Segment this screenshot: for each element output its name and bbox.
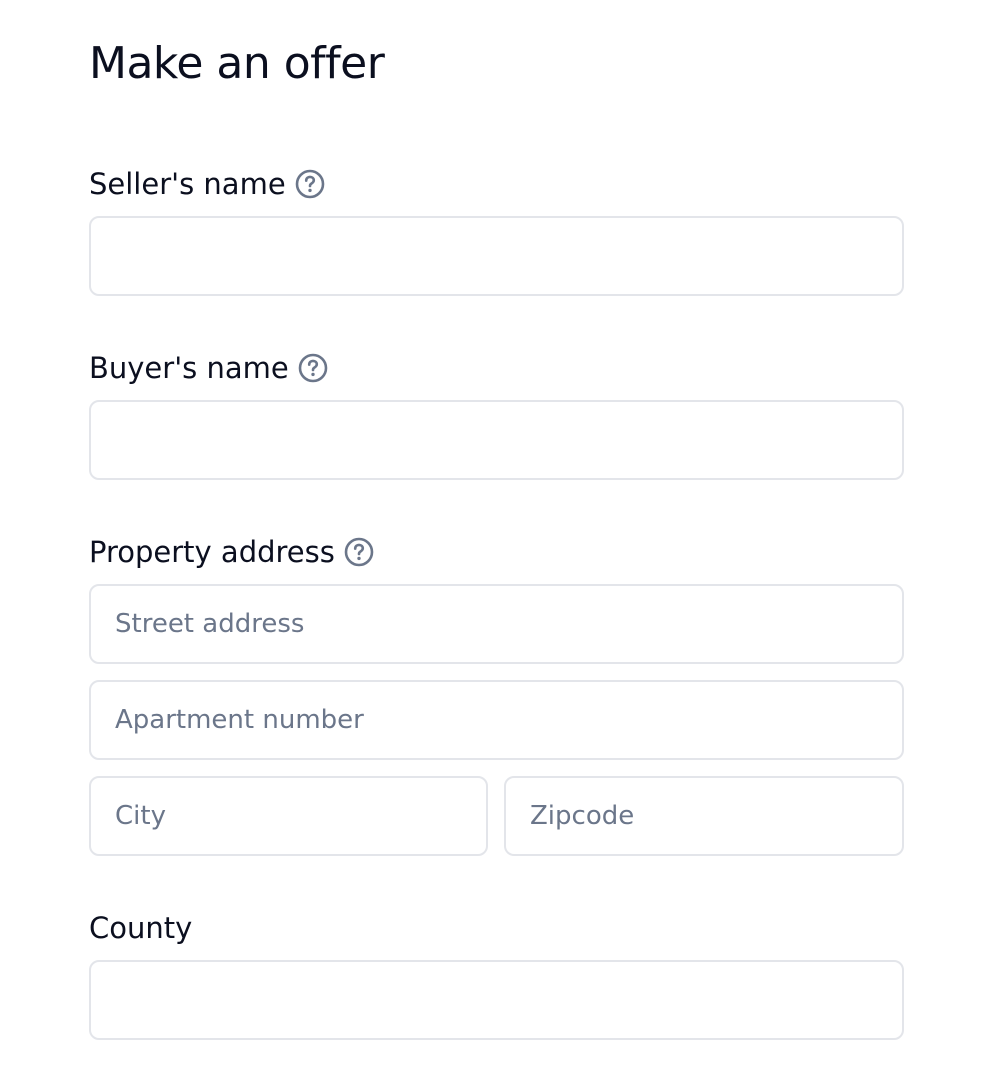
page-title: Make an offer bbox=[89, 38, 385, 89]
seller-name-input[interactable] bbox=[89, 216, 904, 296]
city-input[interactable] bbox=[89, 776, 488, 856]
zipcode-input[interactable] bbox=[504, 776, 904, 856]
county-label: County bbox=[89, 911, 193, 945]
property-address-label-row: Property address bbox=[89, 534, 374, 570]
question-circle-icon[interactable] bbox=[344, 537, 374, 567]
county-input[interactable] bbox=[89, 960, 904, 1040]
street-address-input[interactable] bbox=[89, 584, 904, 664]
property-address-label: Property address bbox=[89, 535, 335, 569]
question-circle-icon[interactable] bbox=[298, 353, 328, 383]
seller-name-label-row: Seller's name bbox=[89, 166, 325, 202]
buyer-name-label-row: Buyer's name bbox=[89, 350, 328, 386]
buyer-name-label: Buyer's name bbox=[89, 351, 289, 385]
seller-name-label: Seller's name bbox=[89, 167, 286, 201]
buyer-name-input[interactable] bbox=[89, 400, 904, 480]
question-circle-icon[interactable] bbox=[295, 169, 325, 199]
apartment-number-input[interactable] bbox=[89, 680, 904, 760]
county-label-row: County bbox=[89, 910, 192, 946]
